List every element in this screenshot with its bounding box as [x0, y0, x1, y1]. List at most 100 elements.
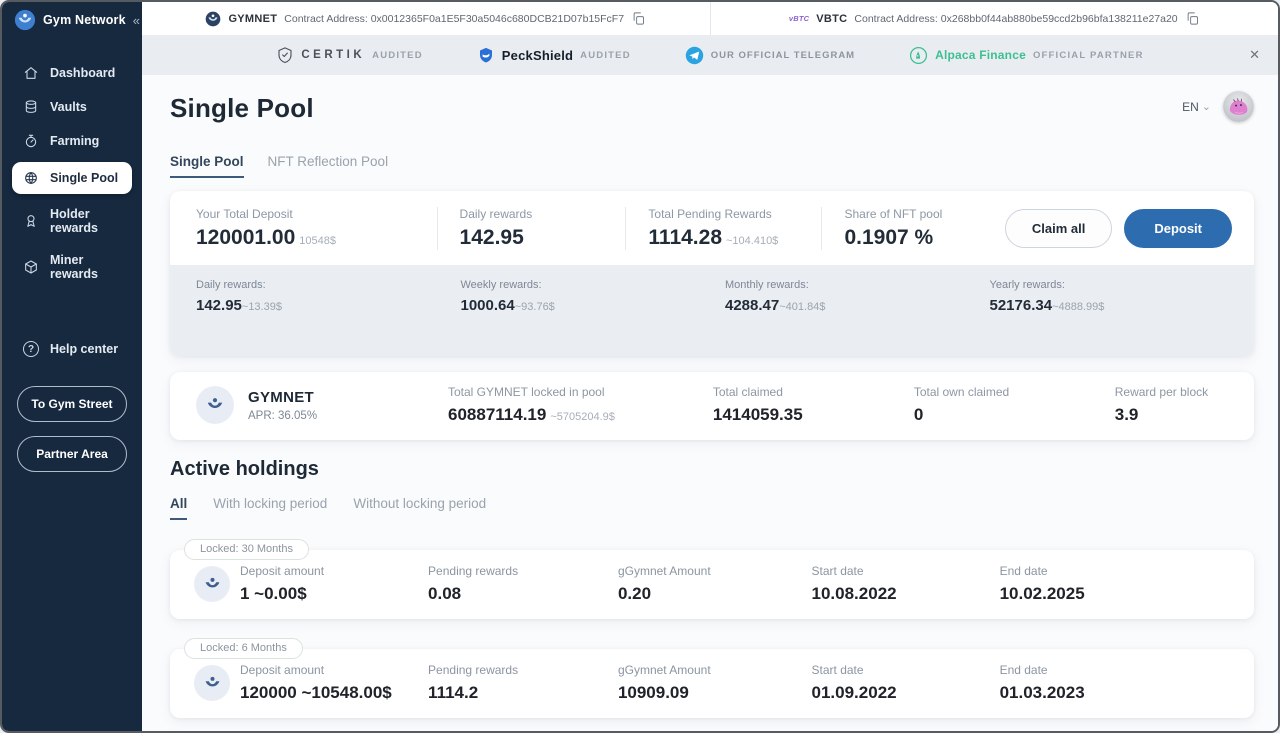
- peckshield-label: PeckShield: [502, 48, 573, 63]
- tab-single-pool[interactable]: Single Pool: [170, 154, 244, 178]
- sidebar-item-help-center[interactable]: ? Help center: [2, 332, 142, 366]
- claim-all-button[interactable]: Claim all: [1005, 209, 1112, 248]
- vaults-icon: [23, 99, 39, 115]
- sidebar-item-holder-rewards[interactable]: Holder rewards: [2, 198, 142, 244]
- vbtc-contract: vBTC VBTC Contract Address: 0x268bb0f44a…: [711, 2, 1279, 35]
- total-own-claimed-stat: Total own claimed 0: [914, 385, 1115, 425]
- deposit-amount-stat: Deposit amount 1 ~0.00$: [240, 564, 428, 604]
- nft-share-stat: Share of NFT pool 0.1907 %: [821, 207, 998, 250]
- pending-rewards-stat: Pending rewards 0.08: [428, 564, 618, 604]
- total-locked-stat: Total GYMNET locked in pool 60887114.19~…: [448, 385, 713, 425]
- gymnet-stats-card: GYMNET APR: 36.05% Total GYMNET locked i…: [170, 372, 1254, 440]
- pending-rewards-usd: ~104.410$: [726, 235, 778, 247]
- active-holdings-title: Active holdings: [170, 458, 1254, 481]
- token-name: VBTC: [816, 13, 847, 25]
- total-deposit-value: 120001.00: [196, 226, 295, 249]
- summary-card: Your Total Deposit 120001.0010548$ Daily…: [170, 191, 1254, 356]
- pending-rewards-value: 1114.28: [648, 226, 722, 249]
- alpaca-finance-icon: [909, 46, 928, 65]
- start-date-stat: Start date 01.09.2022: [812, 663, 1000, 703]
- certik-shield-icon: [276, 46, 294, 64]
- holding-card: Deposit amount 120000 ~10548.00$ Pending…: [170, 649, 1254, 718]
- token-name: GYMNET: [248, 389, 317, 406]
- sidebar-item-farming[interactable]: Farming: [2, 124, 142, 158]
- deposit-amount-stat: Deposit amount 120000 ~10548.00$: [240, 663, 428, 703]
- tab-with-locking-period[interactable]: With locking period: [213, 496, 327, 520]
- peckshield-shield-icon: [477, 46, 495, 64]
- pending-rewards-stat: Total Pending Rewards 1114.28~104.410$: [625, 207, 821, 250]
- total-claimed-stat: Total claimed 1414059.35: [713, 385, 914, 425]
- medal-icon: [23, 213, 39, 229]
- alpaca-partner[interactable]: Alpaca Finance OFFICIAL PARTNER: [909, 46, 1144, 65]
- rewards-breakdown: Daily rewards: 142.95~13.39$ Weekly rewa…: [170, 265, 1254, 356]
- pool-tabs: Single Pool NFT Reflection Pool: [170, 154, 1254, 178]
- contracts-topbar: GYMNET Contract Address: 0x0012365F0a1E5…: [142, 2, 1278, 35]
- sidebar-item-dashboard[interactable]: Dashboard: [2, 56, 142, 90]
- daily-rewards-value: 142.95: [460, 226, 608, 250]
- farming-icon: [23, 133, 39, 149]
- token-name: GYMNET: [228, 13, 277, 25]
- sidebar: Gym Network « Dashboard Vaults Farming S…: [2, 2, 142, 731]
- certik-tag: AUDITED: [372, 50, 423, 61]
- gymnet-token-icon: [194, 566, 230, 602]
- total-deposit-usd: 10548$: [299, 235, 336, 247]
- ggymnet-amount-stat: gGymnet Amount 0.20: [618, 564, 812, 604]
- certik-audit[interactable]: CERTIK AUDITED: [276, 46, 422, 64]
- chevron-down-icon: ⌄: [1202, 103, 1211, 111]
- telegram-link[interactable]: OUR OFFICIAL TELEGRAM: [685, 46, 855, 65]
- sidebar-item-vaults[interactable]: Vaults: [2, 90, 142, 124]
- avatar[interactable]: [1223, 91, 1254, 122]
- alpaca-tag: OFFICIAL PARTNER: [1033, 50, 1144, 61]
- deposit-button[interactable]: Deposit: [1124, 209, 1232, 248]
- sidebar-item-label: Single Pool: [50, 171, 118, 185]
- holding-item: Locked: 30 Months Deposit amount 1 ~0.00…: [170, 529, 1254, 619]
- close-banner-icon[interactable]: ✕: [1249, 47, 1260, 63]
- holding-item: Locked: 6 Months Deposit amount 120000 ~…: [170, 628, 1254, 718]
- yearly-rewards-breakdown: Yearly rewards: 52176.34~4888.99$: [990, 279, 1255, 356]
- ggymnet-amount-stat: gGymnet Amount 10909.09: [618, 663, 812, 703]
- gymnet-contract: GYMNET Contract Address: 0x0012365F0a1E5…: [142, 2, 711, 35]
- sidebar-nav: Dashboard Vaults Farming Single Pool Hol…: [2, 56, 142, 366]
- holdings-tabs: All With locking period Without locking …: [170, 496, 1254, 520]
- lock-period-badge: Locked: 30 Months: [184, 539, 309, 560]
- contract-address-label: Contract Address: 0x268bb0f44ab880be59cc…: [854, 13, 1177, 25]
- collapse-sidebar-icon[interactable]: «: [133, 13, 139, 28]
- partner-area-button[interactable]: Partner Area: [17, 436, 127, 472]
- sidebar-item-label: Help center: [50, 342, 118, 356]
- sidebar-buttons: To Gym Street Partner Area: [2, 386, 142, 472]
- sidebar-item-miner-rewards[interactable]: Miner rewards: [2, 244, 142, 290]
- daily-rewards-breakdown: Daily rewards: 142.95~13.39$: [196, 279, 461, 356]
- copy-icon[interactable]: [1185, 11, 1200, 26]
- sidebar-item-label: Vaults: [50, 100, 87, 114]
- gymnet-token-icon: [205, 11, 221, 27]
- total-deposit-stat: Your Total Deposit 120001.0010548$: [196, 207, 437, 250]
- pending-rewards-stat: Pending rewards 1114.2: [428, 663, 618, 703]
- language-selector[interactable]: EN⌄: [1182, 100, 1211, 114]
- brand-name: Gym Network: [43, 13, 126, 27]
- cube-icon: [23, 259, 39, 275]
- telegram-icon: [685, 46, 704, 65]
- gym-network-logo-icon: [14, 9, 36, 31]
- to-gym-street-button[interactable]: To Gym Street: [17, 386, 127, 422]
- reward-per-block-stat: Reward per block 3.9: [1115, 385, 1228, 425]
- help-icon: ?: [23, 341, 39, 357]
- copy-icon[interactable]: [631, 11, 646, 26]
- contract-address-value: 0x0012365F0a1E5F30a5046c680DCB21D07b15Fc…: [371, 13, 624, 25]
- lock-period-badge: Locked: 6 Months: [184, 638, 303, 659]
- peckshield-audit[interactable]: PeckShield AUDITED: [477, 46, 631, 64]
- tab-all[interactable]: All: [170, 496, 187, 520]
- daily-rewards-stat: Daily rewards 142.95: [437, 207, 626, 250]
- vbtc-token-icon: vBTC: [789, 14, 809, 23]
- tab-without-locking-period[interactable]: Without locking period: [353, 496, 486, 520]
- nft-share-value: 0.1907 %: [844, 226, 980, 250]
- tab-nft-reflection-pool[interactable]: NFT Reflection Pool: [268, 154, 389, 178]
- sidebar-item-single-pool[interactable]: Single Pool: [12, 162, 132, 194]
- sidebar-item-label: Farming: [50, 134, 99, 148]
- holding-card: Deposit amount 1 ~0.00$ Pending rewards …: [170, 550, 1254, 619]
- page-title: Single Pool: [170, 89, 314, 124]
- home-icon: [23, 65, 39, 81]
- brand: Gym Network «: [2, 2, 142, 38]
- sidebar-item-label: Miner rewards: [50, 253, 132, 281]
- peckshield-tag: AUDITED: [580, 50, 631, 61]
- telegram-label: OUR OFFICIAL TELEGRAM: [711, 50, 855, 61]
